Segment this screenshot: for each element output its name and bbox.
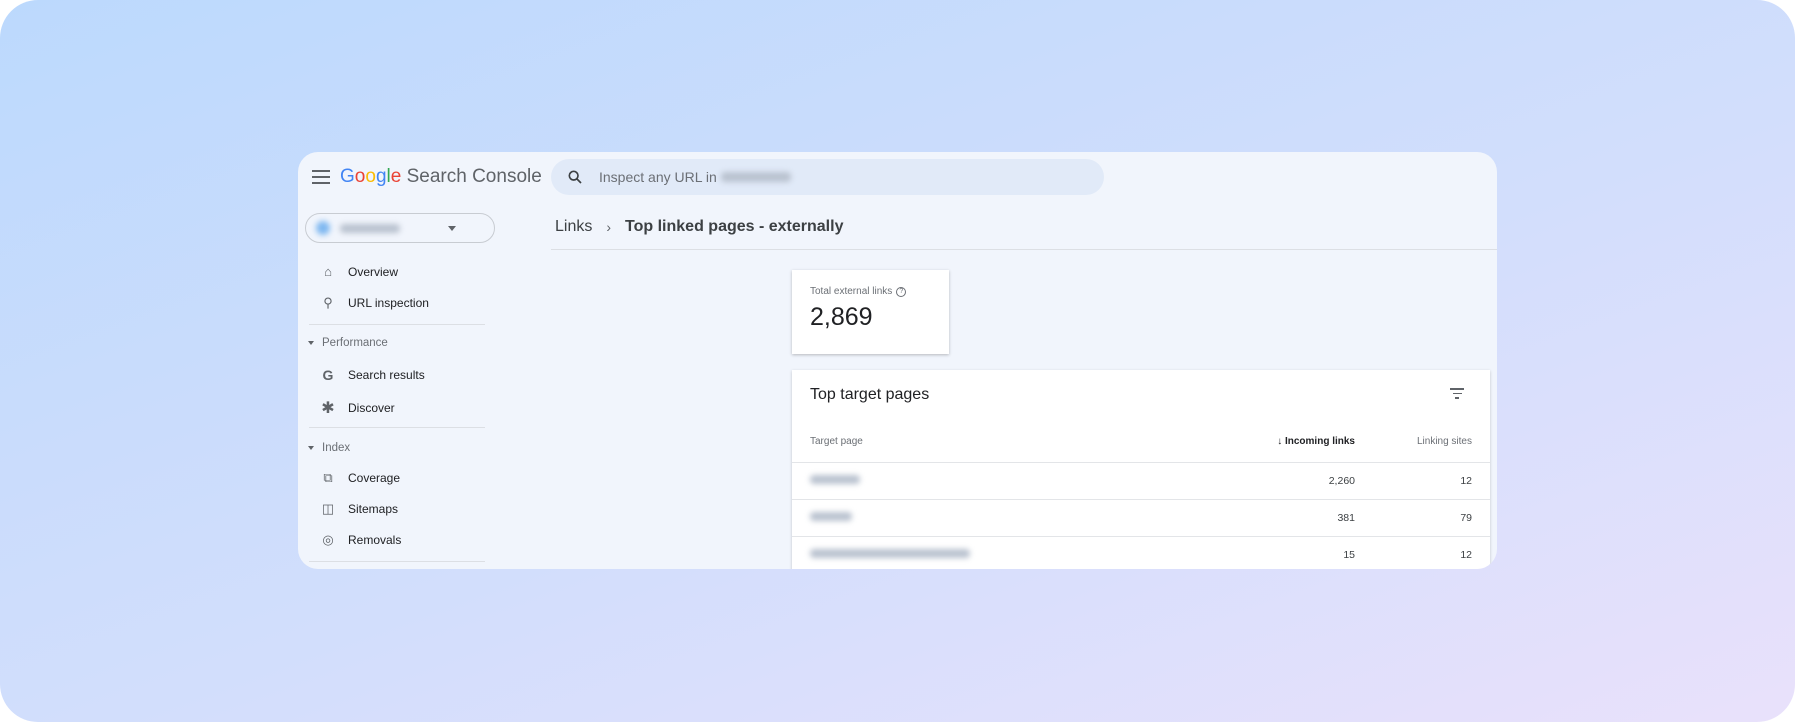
column-incoming-links[interactable]: ↓ Incoming links — [1277, 436, 1355, 447]
property-icon — [316, 221, 330, 235]
section-performance[interactable]: Performance — [308, 337, 388, 349]
linking-sites: 12 — [1460, 475, 1472, 487]
sidebar-item-search-results[interactable]: G Search results — [320, 367, 425, 383]
menu-icon[interactable] — [312, 170, 330, 184]
breadcrumb: Links › Top linked pages - externally — [555, 218, 843, 236]
copy-icon: ⧉ — [323, 470, 333, 485]
total-external-links-card: Total external links? 2,869 — [792, 270, 949, 354]
table-row[interactable]: 2,260 12 — [792, 462, 1490, 499]
caret-down-icon — [308, 341, 314, 345]
sidebar-item-discover[interactable]: ✱ Discover — [320, 398, 395, 418]
search-placeholder: Inspect any URL in — [599, 169, 717, 185]
summary-label: Total external links — [810, 286, 893, 297]
divider — [551, 249, 1497, 250]
property-selector[interactable] — [305, 213, 495, 243]
page-title: Top linked pages - externally — [625, 218, 844, 235]
label: Coverage — [348, 471, 401, 485]
table-row[interactable]: 381 79 — [792, 499, 1490, 536]
redacted-url — [810, 475, 860, 484]
sidebar-item-sitemaps[interactable]: ◫ Sitemaps — [320, 501, 398, 517]
caret-down-icon — [308, 446, 314, 450]
label: Removals — [348, 533, 402, 547]
eye-off-icon: ◎ — [322, 532, 334, 547]
sitemap-icon: ◫ — [321, 501, 335, 516]
table-title: Top target pages — [810, 386, 930, 403]
redacted-url — [810, 549, 970, 558]
label: Search results — [348, 368, 425, 382]
redacted-property — [720, 172, 791, 182]
label: Incoming links — [1284, 436, 1355, 447]
column-target-page[interactable]: Target page — [810, 436, 863, 447]
sidebar-item-url-inspection[interactable]: ⚲ URL inspection — [320, 295, 429, 311]
url-inspect-search[interactable]: Inspect any URL in — [551, 159, 1104, 195]
sidebar-item-coverage[interactable]: ⧉ Coverage — [320, 470, 400, 486]
google-g-icon: G — [322, 367, 334, 383]
arrow-down-icon: ↓ — [1277, 436, 1283, 447]
search-icon — [568, 170, 582, 184]
home-icon: ⌂ — [324, 264, 332, 279]
linking-sites: 12 — [1460, 549, 1472, 561]
label: Performance — [322, 337, 388, 349]
linking-sites: 79 — [1460, 512, 1472, 524]
app-window: Google Search Console Inspect any URL in… — [298, 152, 1497, 569]
breadcrumb-links[interactable]: Links — [555, 218, 592, 236]
logo[interactable]: Google Search Console — [340, 166, 542, 188]
section-index[interactable]: Index — [308, 442, 350, 454]
incoming-links: 15 — [1343, 549, 1355, 561]
search-icon: ⚲ — [323, 295, 333, 310]
logo-google: Google — [340, 166, 402, 187]
sidebar-item-removals[interactable]: ◎ Removals — [320, 532, 401, 548]
summary-value: 2,869 — [810, 303, 873, 331]
filter-icon[interactable] — [1450, 388, 1464, 399]
label: Index — [322, 442, 351, 454]
logo-product: Search Console — [406, 166, 542, 187]
label: URL inspection — [348, 296, 429, 310]
asterisk-icon: ✱ — [321, 400, 335, 417]
sidebar-item-overview[interactable]: ⌂ Overview — [320, 264, 398, 279]
column-linking-sites[interactable]: Linking sites — [1417, 436, 1472, 447]
chevron-right-icon: › — [606, 219, 612, 235]
table-row[interactable]: 15 12 — [792, 536, 1490, 569]
help-icon[interactable]: ? — [896, 286, 907, 297]
divider — [309, 324, 485, 325]
label: Overview — [348, 264, 399, 279]
top-target-pages-table: Top target pages Target page ↓ Incoming … — [792, 370, 1490, 569]
divider — [309, 427, 485, 428]
label: Discover — [348, 401, 395, 415]
divider — [309, 561, 485, 562]
label: Sitemaps — [348, 502, 399, 516]
redacted-url — [810, 512, 852, 521]
incoming-links: 381 — [1337, 512, 1355, 524]
incoming-links: 2,260 — [1328, 475, 1355, 487]
redacted-property-name — [340, 223, 400, 233]
chevron-down-icon — [448, 225, 456, 231]
